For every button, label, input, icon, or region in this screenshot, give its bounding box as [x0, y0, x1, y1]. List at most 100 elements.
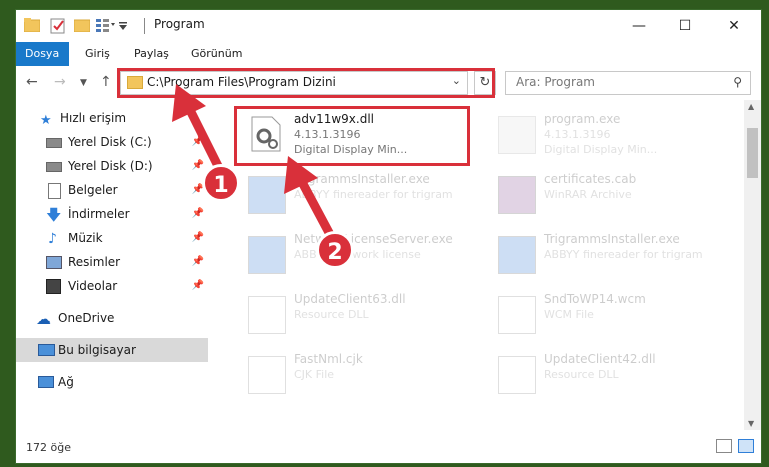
- file-name: program.exe: [544, 112, 621, 126]
- file-name: certificates.cab: [544, 172, 637, 186]
- search-box[interactable]: Ara: Program ⚲: [505, 71, 751, 95]
- pin-icon[interactable]: 📌: [192, 250, 204, 274]
- up-arrow-icon[interactable]: ↑: [100, 74, 112, 90]
- vertical-scrollbar[interactable]: ▲ ▼: [744, 100, 761, 430]
- new-folder-icon[interactable]: [73, 18, 91, 35]
- sidebar-item-label: Yerel Disk (C:): [68, 135, 152, 149]
- dll-icon: [498, 356, 536, 394]
- pin-icon[interactable]: 📌: [192, 130, 204, 154]
- tab-gorunum[interactable]: Görünüm: [181, 42, 252, 66]
- installer-icon: [248, 176, 286, 214]
- exe-icon: [498, 116, 536, 154]
- step-2-badge: 2: [316, 231, 354, 269]
- file-icon: [248, 356, 286, 394]
- file-description: Digital Display Min...: [544, 143, 658, 156]
- sidebar-item-this-pc[interactable]: Bu bilgisayar: [16, 338, 208, 362]
- navigation-bar: ← → ▼ ↑ C:\Program Files\Program Dizini …: [16, 66, 761, 100]
- file-name: UpdateClient42.dll: [544, 352, 656, 366]
- sidebar-item-music[interactable]: ♪ Müzik 📌: [16, 226, 208, 250]
- minimize-button[interactable]: —: [616, 12, 662, 40]
- star-icon: ★: [40, 113, 52, 128]
- file-item-fastnml-cjk[interactable]: FastNml.cjk CJK File: [232, 346, 470, 402]
- file-item-certificates-cab[interactable]: certificates.cab WinRAR Archive: [482, 166, 720, 222]
- properties-icon[interactable]: [50, 18, 66, 37]
- dll-icon: [248, 296, 286, 334]
- forward-arrow-icon[interactable]: →: [54, 74, 66, 90]
- title-separator: [144, 18, 145, 34]
- recent-locations-chevron-icon[interactable]: ▼: [80, 78, 87, 88]
- sidebar-item-label: Yerel Disk (D:): [68, 159, 153, 173]
- sidebar-item-downloads[interactable]: 🡇 İndirmeler 📌: [16, 202, 208, 226]
- pin-icon[interactable]: 📌: [192, 226, 204, 250]
- ribbon-tabs: Dosya Giriş Paylaş Görünüm: [16, 42, 761, 98]
- file-item-updateclient63-dll[interactable]: UpdateClient63.dll Resource DLL: [232, 286, 470, 342]
- status-bar: 172 öğe: [16, 431, 761, 463]
- drive-icon: [46, 138, 62, 148]
- computer-icon: [38, 344, 55, 356]
- pin-icon[interactable]: 📌: [192, 154, 204, 178]
- sidebar-item-local-disk-c[interactable]: Yerel Disk (C:) 📌: [16, 130, 208, 154]
- sidebar-item-label: İndirmeler: [68, 207, 130, 221]
- navigation-pane: ★ Hızlı erişim Yerel Disk (C:) 📌 Yerel D…: [16, 100, 208, 430]
- sidebar-item-onedrive[interactable]: ☁ OneDrive: [16, 306, 208, 330]
- back-arrow-icon[interactable]: ←: [26, 74, 38, 90]
- step-1-badge: 1: [202, 164, 240, 202]
- file-icon: [498, 296, 536, 334]
- pin-icon[interactable]: 📌: [192, 274, 204, 298]
- sidebar-item-pictures[interactable]: Resimler 📌: [16, 250, 208, 274]
- scroll-up-arrow-icon[interactable]: ▲: [748, 102, 754, 111]
- sidebar-item-network[interactable]: Ağ: [16, 370, 208, 394]
- sidebar-item-documents[interactable]: Belgeler 📌: [16, 178, 208, 202]
- close-button[interactable]: ✕: [711, 12, 757, 40]
- details-view-icon[interactable]: [716, 439, 732, 453]
- address-highlight-box: [117, 68, 495, 98]
- file-name: TrigrammsInstaller.exe: [294, 172, 430, 186]
- file-description: Resource DLL: [294, 308, 369, 321]
- documents-icon: [48, 183, 61, 199]
- tab-paylas[interactable]: Paylaş: [124, 42, 179, 66]
- pin-icon[interactable]: 📌: [192, 202, 204, 226]
- sidebar-item-quick-access[interactable]: ★ Hızlı erişim: [16, 106, 208, 130]
- sidebar-item-videos[interactable]: Videolar 📌: [16, 274, 208, 298]
- search-input[interactable]: Ara: Program: [516, 75, 595, 89]
- sidebar-item-local-disk-d[interactable]: Yerel Disk (D:) 📌: [16, 154, 208, 178]
- item-count: 172 öğe: [26, 441, 71, 454]
- file-item-updateclient42-dll[interactable]: UpdateClient42.dll Resource DLL: [482, 346, 720, 402]
- video-icon: [46, 279, 61, 294]
- customize-dropdown-icon[interactable]: [118, 20, 128, 34]
- scrollbar-thumb[interactable]: [747, 128, 758, 178]
- download-icon: 🡇: [46, 206, 62, 224]
- sidebar-item-label: Resimler: [68, 255, 121, 269]
- cloud-icon: ☁: [36, 310, 51, 328]
- file-name: FastNml.cjk: [294, 352, 363, 366]
- file-description: CJK File: [294, 368, 335, 381]
- file-description: Resource DLL: [544, 368, 619, 381]
- file-item-trigramms-installer-2[interactable]: TrigrammsInstaller.exe ABBYY finereader …: [482, 226, 720, 282]
- sidebar-item-label: Ağ: [58, 375, 74, 389]
- winrar-icon: [498, 176, 536, 214]
- search-icon[interactable]: ⚲: [733, 75, 742, 89]
- explorer-window: Program — ☐ ✕ Dosya Giriş Paylaş Görünüm…: [16, 10, 761, 463]
- file-item-program-exe[interactable]: program.exe 4.13.1.3196 Digital Display …: [482, 106, 720, 162]
- large-icons-view-icon[interactable]: [738, 439, 754, 453]
- network-icon: [38, 376, 54, 388]
- file-name: UpdateClient63.dll: [294, 292, 406, 306]
- tab-giris[interactable]: Giriş: [75, 42, 120, 66]
- file-item-sndtowp14-wcm[interactable]: SndToWP14.wcm WCM File: [482, 286, 720, 342]
- scroll-down-arrow-icon[interactable]: ▼: [748, 419, 754, 428]
- sidebar-item-label: Müzik: [68, 231, 103, 245]
- folder-icon: [23, 18, 41, 35]
- file-description: WCM File: [544, 308, 594, 321]
- maximize-button[interactable]: ☐: [662, 12, 708, 40]
- view-options-icon[interactable]: [96, 18, 116, 35]
- sidebar-item-label: OneDrive: [58, 311, 115, 325]
- music-icon: ♪: [48, 231, 57, 247]
- file-description: ABBYY finereader for trigram: [544, 248, 703, 261]
- file-item-trigramms-installer[interactable]: TrigrammsInstaller.exe ABBYY finereader …: [232, 166, 470, 222]
- drive-icon: [46, 162, 62, 172]
- title-bar: Program — ☐ ✕: [16, 10, 761, 42]
- file-version: 4.13.1.3196: [544, 128, 611, 141]
- file-description: ABBYY Network license: [294, 248, 421, 261]
- pictures-icon: [46, 256, 62, 269]
- file-description: ABBYY finereader for trigram: [294, 188, 453, 201]
